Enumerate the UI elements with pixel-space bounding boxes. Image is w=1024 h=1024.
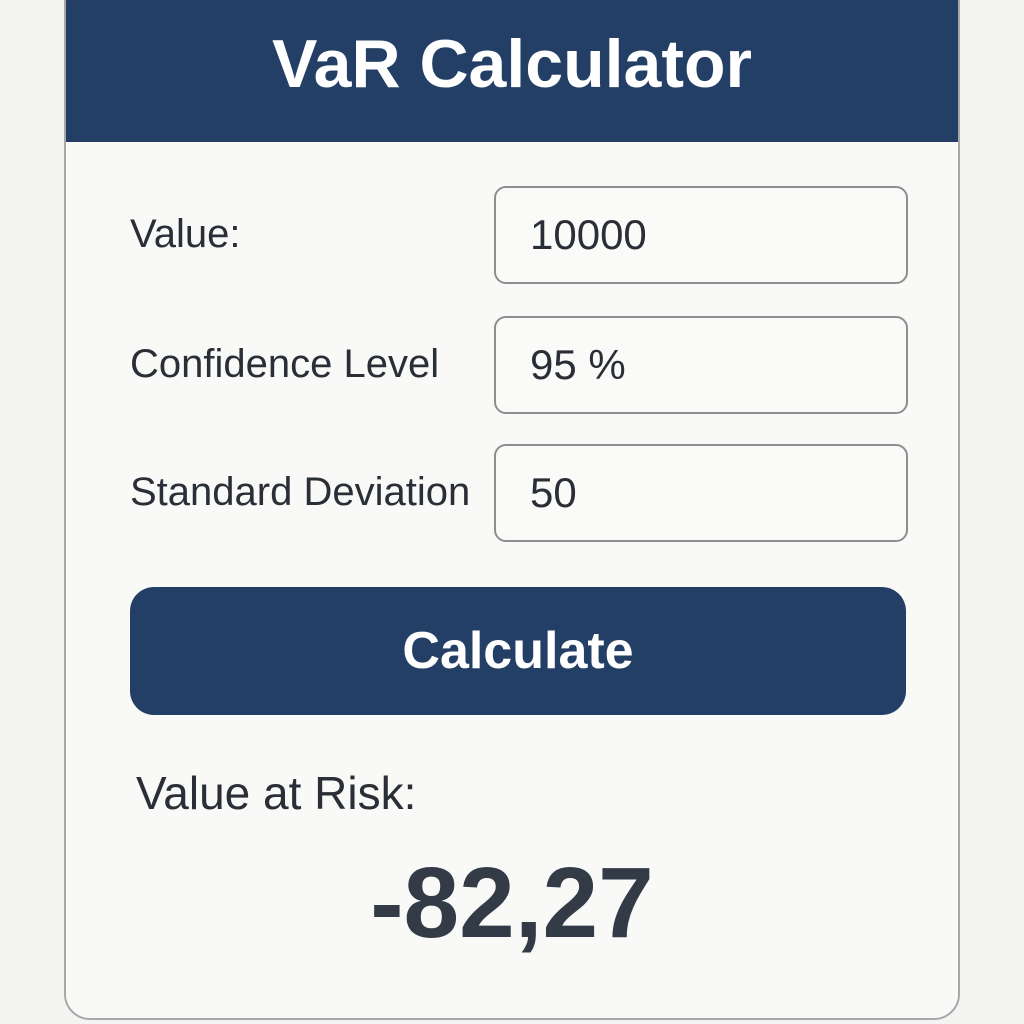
app-title: VaR Calculator xyxy=(272,26,752,102)
confidence-level-label: Confidence Level xyxy=(130,342,440,386)
header-bar: VaR Calculator xyxy=(66,0,958,142)
value-label: Value: xyxy=(130,212,241,256)
calculator-card: VaR Calculator Value: Confidence Level S… xyxy=(64,0,960,1020)
confidence-level-input[interactable] xyxy=(494,316,908,414)
result-value: -82,27 xyxy=(370,847,654,959)
standard-deviation-label: Standard Deviation xyxy=(130,470,471,514)
calculate-button[interactable]: Calculate xyxy=(130,587,906,715)
standard-deviation-input[interactable] xyxy=(494,444,908,542)
value-input[interactable] xyxy=(494,186,908,284)
result-label: Value at Risk: xyxy=(136,767,417,819)
